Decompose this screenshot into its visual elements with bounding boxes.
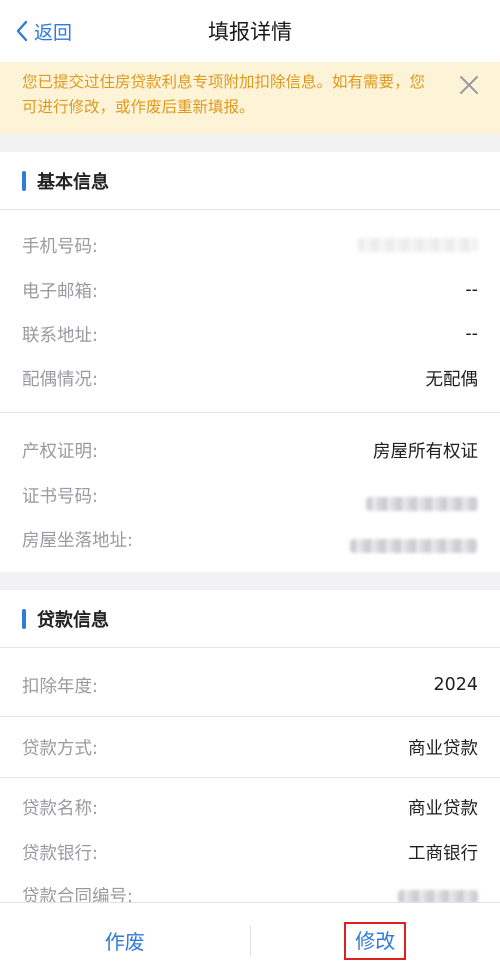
row-label: 贷款合同编号: bbox=[22, 887, 133, 902]
page-title: 填报详情 bbox=[208, 20, 292, 44]
row-value: 房屋所有权证 bbox=[373, 441, 478, 462]
row-label: 贷款名称: bbox=[22, 798, 98, 819]
notice-text: 您已提交过住房贷款利息专项附加扣除信息。如有需要，您可进行修改，或作废后重新填报… bbox=[22, 73, 426, 116]
row-value: 无配偶 bbox=[425, 369, 479, 390]
info-row-address: 联系地址: -- bbox=[0, 319, 500, 349]
modify-wrap: 修改 bbox=[251, 921, 500, 960]
row-label: 房屋坐落地址: bbox=[22, 530, 133, 551]
masked-value bbox=[398, 890, 478, 902]
row-value: 工商银行 bbox=[408, 843, 478, 864]
info-row-loan-bank: 贷款银行: 工商银行 bbox=[0, 837, 500, 867]
row-label: 电子邮箱: bbox=[22, 281, 98, 302]
row-value: 2024 bbox=[433, 675, 478, 695]
void-button[interactable]: 作废 bbox=[0, 926, 250, 955]
info-row-loan-name: 贷款名称: 商业贷款 bbox=[0, 792, 500, 822]
back-label: 返回 bbox=[34, 21, 73, 44]
section-marker bbox=[22, 170, 26, 191]
section-marker bbox=[22, 608, 26, 629]
section-header-loan: 贷款信息 bbox=[0, 590, 500, 648]
row-label: 贷款方式: bbox=[22, 738, 98, 759]
info-row-loan-method: 贷款方式: 商业贷款 bbox=[0, 732, 500, 762]
row-label: 手机号码: bbox=[22, 236, 98, 257]
row-label: 扣除年度: bbox=[22, 676, 98, 697]
section-header-basic: 基本信息 bbox=[0, 152, 500, 210]
chevron-left-icon bbox=[16, 20, 28, 42]
info-row-house-address: 房屋坐落地址: bbox=[0, 524, 500, 554]
row-label: 贷款银行: bbox=[22, 843, 98, 864]
divider bbox=[0, 777, 500, 778]
info-row-phone: 手机号码: bbox=[0, 230, 500, 260]
basic-info-card: 手机号码: 电子邮箱: -- 联系地址: -- 配偶情况: 无配偶 产权证明: … bbox=[0, 210, 500, 572]
info-row-property-proof: 产权证明: 房屋所有权证 bbox=[0, 435, 500, 465]
row-value: -- bbox=[465, 280, 478, 300]
notice-banner: 您已提交过住房贷款利息专项附加扣除信息。如有需要，您可进行修改，或作废后重新填报… bbox=[0, 62, 500, 134]
row-label: 证书号码: bbox=[22, 486, 98, 507]
masked-value bbox=[358, 238, 478, 252]
row-value: 商业贷款 bbox=[408, 738, 478, 759]
row-value: -- bbox=[465, 324, 478, 344]
masked-value bbox=[350, 539, 478, 553]
info-row-contract-no: 贷款合同编号: bbox=[0, 882, 500, 902]
loan-info-card: 扣除年度: 2024 贷款方式: 商业贷款 贷款名称: 商业贷款 贷款银行: 工… bbox=[0, 648, 500, 902]
section-title-loan: 贷款信息 bbox=[37, 609, 109, 631]
info-row-year: 扣除年度: 2024 bbox=[0, 670, 500, 700]
row-value: 商业贷款 bbox=[408, 798, 478, 819]
masked-value bbox=[366, 497, 478, 511]
divider bbox=[0, 716, 500, 717]
row-label: 联系地址: bbox=[22, 325, 98, 346]
info-row-email: 电子邮箱: -- bbox=[0, 275, 500, 305]
close-icon[interactable] bbox=[458, 74, 480, 96]
row-label: 产权证明: bbox=[22, 441, 98, 462]
nav-bar: 返回 填报详情 bbox=[0, 0, 500, 62]
section-title-basic: 基本信息 bbox=[37, 171, 109, 193]
back-button[interactable]: 返回 bbox=[14, 0, 72, 62]
modify-button[interactable]: 修改 bbox=[344, 921, 407, 960]
row-label: 配偶情况: bbox=[22, 369, 98, 390]
divider bbox=[0, 412, 500, 413]
info-row-certificate-no: 证书号码: bbox=[0, 480, 500, 511]
bottom-action-bar: 作废 修改 bbox=[0, 902, 500, 978]
info-row-spouse: 配偶情况: 无配偶 bbox=[0, 363, 500, 393]
